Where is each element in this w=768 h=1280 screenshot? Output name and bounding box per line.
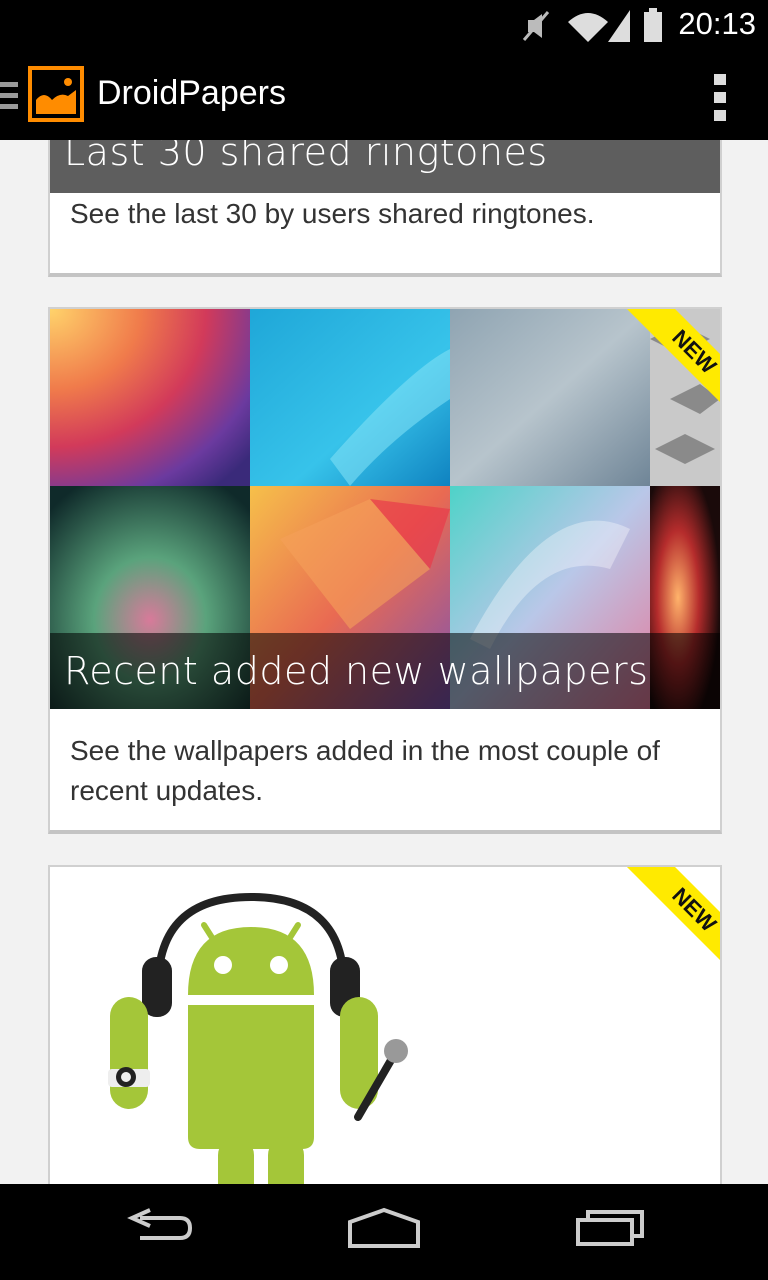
card-caption-text: Last 30 shared ringtones	[64, 140, 548, 174]
new-badge: NEW	[620, 867, 720, 967]
new-badge: NEW	[620, 309, 720, 409]
card-caption: Recent added new wallpapers	[50, 633, 720, 709]
status-icons	[522, 8, 662, 42]
new-badge-label: NEW	[625, 309, 720, 409]
app-logo-icon[interactable]	[28, 66, 84, 122]
battery-icon	[644, 8, 662, 42]
status-bar: 20:13	[0, 0, 768, 52]
wifi-icon	[568, 13, 608, 42]
card-caption: Last 30 shared ringtones	[50, 140, 720, 193]
card-description: See the wallpapers added in the most cou…	[70, 735, 660, 806]
clock: 20:13	[678, 6, 756, 41]
card-description: See the last 30 by users shared ringtone…	[70, 198, 595, 229]
android-robot-headphones-icon	[108, 892, 408, 1184]
app-title: DroidPapers	[97, 74, 286, 112]
card-recent-wallpapers[interactable]: Recent added new wallpapers NEW See the …	[48, 307, 722, 834]
back-icon[interactable]	[120, 1204, 200, 1252]
card-ringtone-robot[interactable]: NEW	[48, 865, 722, 1184]
overflow-menu-icon[interactable]	[700, 70, 740, 126]
new-badge-label: NEW	[625, 867, 720, 967]
card-caption-text: Recent added new wallpapers	[64, 649, 649, 693]
drawer-icon[interactable]	[0, 78, 20, 114]
navigation-bar	[0, 1184, 768, 1280]
action-bar: DroidPapers	[0, 52, 768, 140]
signal-icon	[608, 10, 630, 42]
card-shared-ringtones[interactable]: Last 30 shared ringtones See the last 30…	[48, 140, 722, 277]
content-list[interactable]: Last 30 shared ringtones See the last 30…	[0, 140, 768, 1184]
mute-icon	[522, 11, 550, 41]
recent-apps-icon[interactable]	[572, 1204, 652, 1252]
home-icon[interactable]	[344, 1204, 424, 1252]
